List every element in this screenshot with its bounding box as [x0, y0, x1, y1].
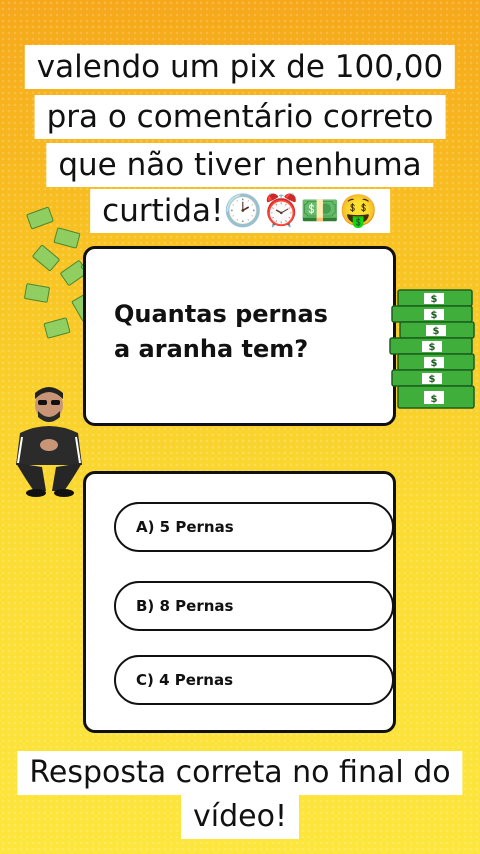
dollar-sign: $	[431, 294, 438, 305]
caption-line-3: que não tiver nenhuma	[46, 143, 434, 187]
dollar-sign: $	[429, 342, 436, 353]
question-card: Quantas pernas a aranha tem?	[83, 246, 396, 426]
dollar-sign: $	[429, 374, 436, 385]
bill-icon	[53, 227, 81, 249]
option-b-label: B) 8 Pernas	[136, 597, 234, 615]
option-a-button[interactable]: A) 5 Pernas	[114, 502, 394, 552]
question-text: Quantas pernas a aranha tem?	[114, 297, 364, 367]
option-c-label: C) 4 Pernas	[136, 671, 234, 689]
dollar-sign: $	[433, 326, 440, 337]
caption-line-2: pra o comentário correto	[34, 95, 446, 139]
option-c-button[interactable]: C) 4 Pernas	[114, 655, 394, 705]
option-b-button[interactable]: B) 8 Pernas	[114, 581, 394, 631]
money-stack-icon: $ $ $ $ $ $ $	[389, 289, 475, 409]
footer-line-1: Resposta correta no final do	[17, 751, 463, 795]
person-sticker	[16, 387, 82, 497]
question-line-2: a aranha tem?	[114, 335, 309, 363]
bill-icon	[25, 206, 55, 230]
option-a-label: A) 5 Pernas	[136, 518, 234, 536]
dollar-sign: $	[431, 358, 438, 369]
bill-icon	[23, 283, 51, 303]
dollar-sign: $	[431, 394, 438, 405]
dollar-sign: $	[431, 310, 438, 321]
question-line-1: Quantas pernas	[114, 300, 328, 328]
caption-line-4: curtida!🕑⏰💵🤑	[90, 189, 390, 233]
footer-line-2: vídeo!	[181, 795, 299, 839]
options-card: A) 5 Pernas B) 8 Pernas C) 4 Pernas	[83, 471, 396, 733]
caption-line-1: valendo um pix de 100,00	[24, 45, 456, 89]
bill-icon	[31, 244, 61, 272]
bill-icon	[43, 317, 71, 339]
